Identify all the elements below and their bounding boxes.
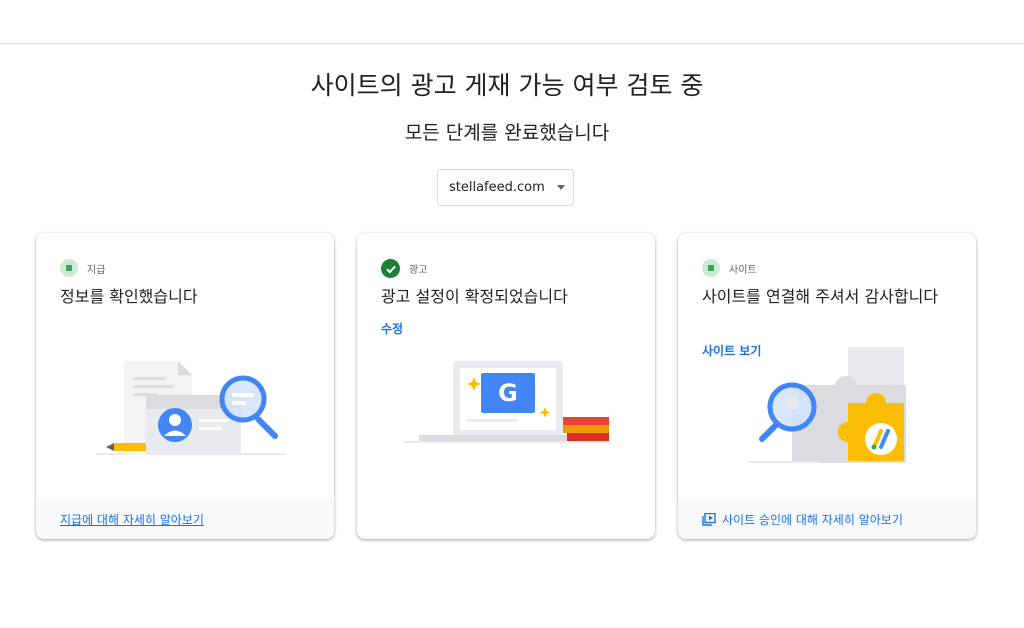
page-title: 사이트의 광고 게재 가능 여부 검토 중 <box>310 71 704 100</box>
edit-link[interactable]: 수정 <box>381 320 403 337</box>
ads-settings-illustration: G <box>403 361 609 443</box>
ads-card-title: 광고 설정이 확정되었습니다 <box>381 287 568 306</box>
site-card-title: 사이트를 연결해 주셔서 감사합니다 <box>702 287 939 306</box>
payment-status-label: 지급 <box>87 264 106 276</box>
payment-verification-illustration <box>96 361 286 455</box>
payment-learn-more-link[interactable]: 지급에 대해 자세히 알아보기 <box>60 511 204 528</box>
status-square-icon <box>702 259 720 277</box>
top-divider <box>0 43 1024 44</box>
site-selector-value: stellafeed.com <box>449 180 545 195</box>
payment-card: 지급 정보를 확인했습니다 지급에 대해 자세히 알아보기 <box>36 233 334 539</box>
site-status: 사이트 <box>702 259 757 277</box>
site-connect-illustration <box>748 347 906 463</box>
chevron-down-icon <box>556 185 565 190</box>
site-status-label: 사이트 <box>729 264 757 276</box>
payment-card-footer: 지급에 대해 자세히 알아보기 <box>36 499 334 539</box>
site-card-footer: 사이트 승인에 대해 자세히 알아보기 <box>678 499 976 539</box>
status-square-icon <box>60 259 78 277</box>
ads-status: 광고 <box>381 259 427 278</box>
ads-g-logo: G <box>498 379 518 407</box>
site-card: 사이트 사이트를 연결해 주셔서 감사합니다 사이트 보기 사이트 승인에 대해… <box>678 233 976 539</box>
check-icon <box>381 259 400 278</box>
ads-card: 광고 광고 설정이 확정되었습니다 수정 G <box>357 233 655 539</box>
payment-status: 지급 <box>60 259 105 277</box>
open-in-new-icon <box>702 512 716 526</box>
payment-card-title: 정보를 확인했습니다 <box>60 287 198 306</box>
ads-status-label: 광고 <box>409 265 428 276</box>
page-subtitle: 모든 단계를 완료했습니다 <box>404 122 610 144</box>
site-selector-dropdown[interactable]: stellafeed.com <box>437 169 574 206</box>
site-approval-learn-more-link[interactable]: 사이트 승인에 대해 자세히 알아보기 <box>722 511 903 528</box>
